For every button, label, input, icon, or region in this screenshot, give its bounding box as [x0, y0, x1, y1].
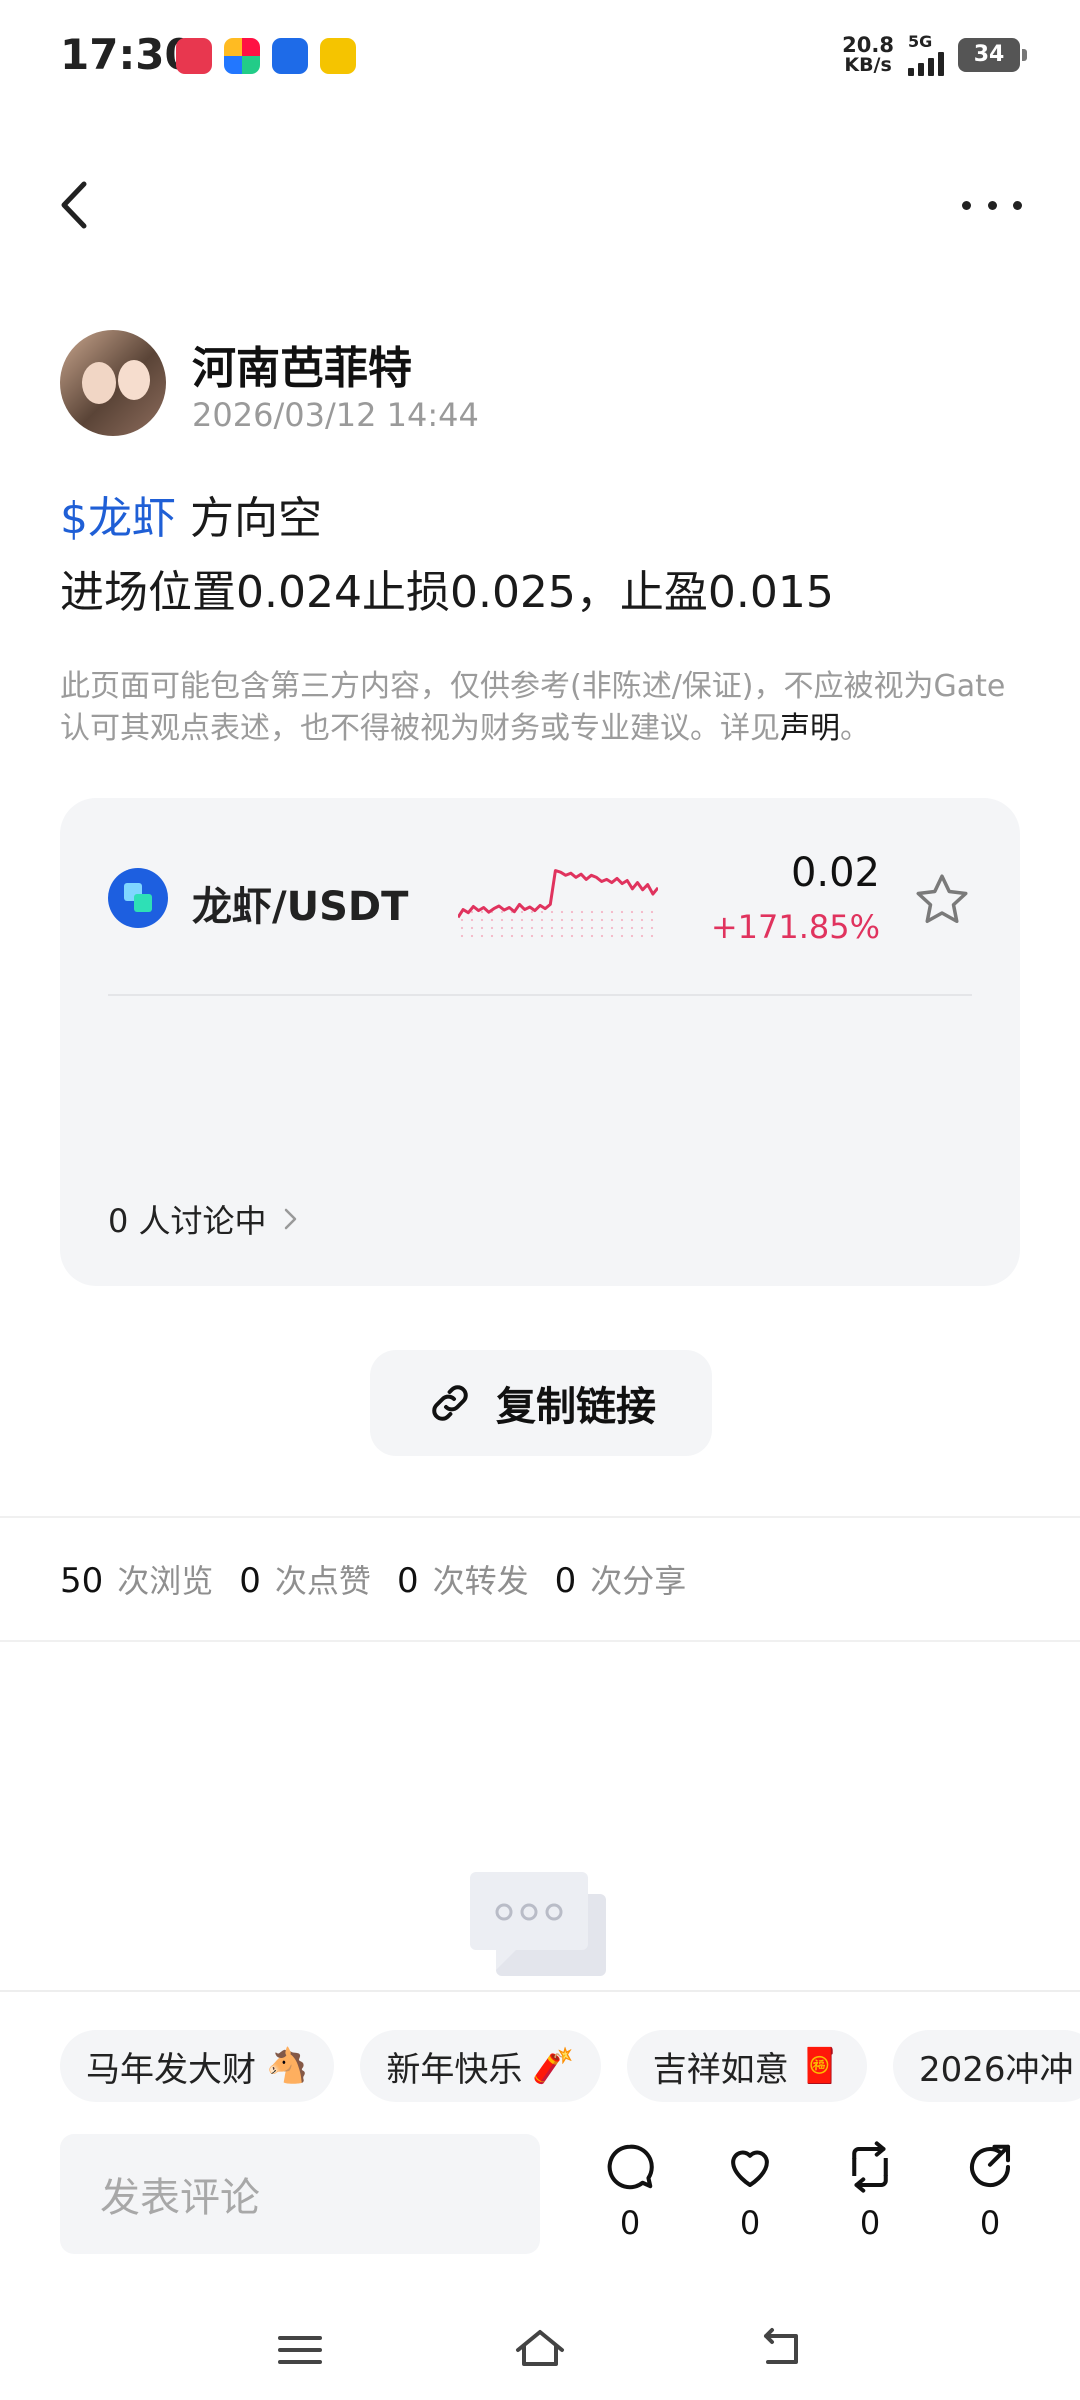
repost-icon	[852, 2141, 888, 2193]
heart-icon	[731, 2150, 769, 2188]
disclaimer-link[interactable]: 声明	[780, 711, 840, 746]
sparkline-chart	[458, 869, 658, 938]
divider	[0, 1516, 1080, 1518]
chip-ji-xiang[interactable]: 吉祥如意 🧧	[626, 2030, 868, 2102]
price-value: 0.02	[790, 850, 880, 896]
chip-2026[interactable]: 2026冲冲	[893, 2030, 1080, 2102]
back-button[interactable]	[52, 170, 112, 240]
app-icon-red	[176, 38, 212, 74]
network-speed: 20.8 KB/s	[842, 33, 894, 76]
star-icon	[916, 874, 968, 923]
more-button[interactable]	[952, 180, 1032, 230]
share-button[interactable]: 0	[950, 2140, 1030, 2242]
post-text-line2: 进场位置0.024止损0.025，止盈0.015	[60, 567, 834, 618]
repost-button[interactable]: 0	[830, 2140, 910, 2242]
status-app-icons	[176, 38, 356, 74]
more-dots-icon	[962, 200, 971, 210]
pair-name: 龙虾/USDT	[192, 884, 409, 930]
link-icon	[432, 1385, 468, 1421]
status-time: 17:30	[60, 30, 194, 79]
stat-shares: 0 次分享	[554, 1561, 687, 1601]
stat-views: 50 次浏览	[60, 1561, 214, 1601]
back-system-icon[interactable]	[752, 2320, 812, 2380]
status-bar: 17:30 20.8 KB/s 5G 34	[0, 0, 1080, 110]
system-navigation-bar	[0, 2300, 1080, 2400]
price-change: +171.85%	[710, 908, 880, 946]
app-icon-blue	[272, 38, 308, 74]
app-icon-yellow	[320, 38, 356, 74]
empty-comments-icon	[470, 1872, 606, 1976]
chip-new-year[interactable]: 新年快乐 🧨	[360, 2030, 601, 2102]
copy-link-button[interactable]: 复制链接	[370, 1350, 712, 1456]
stat-reposts: 0 次转发	[396, 1561, 529, 1601]
post-stats: 50 次浏览 0 次点赞 0 次转发 0 次分享	[60, 1556, 686, 1602]
card-divider	[108, 994, 972, 996]
back-chevron-icon	[61, 181, 87, 229]
discussion-link[interactable]: 0 人讨论中	[108, 1196, 301, 1242]
disclaimer: 此页面可能包含第三方内容，仅供参考(非陈述/保证)，不应被视为Gate认可其观点…	[60, 669, 1006, 746]
chip-ma-nian[interactable]: 马年发大财 🐴	[60, 2030, 335, 2102]
avatar[interactable]	[60, 330, 166, 436]
ticker-link[interactable]: $龙虾	[60, 493, 176, 544]
quick-reply-chips: 马年发大财 🐴 新年快乐 🧨 吉祥如意 🧧 2026冲冲	[60, 2030, 1080, 2102]
app-icon-colorful	[224, 38, 260, 74]
coin-icon	[108, 868, 168, 928]
status-indicators: 20.8 KB/s 5G 34	[842, 33, 1027, 76]
menu-icon[interactable]	[270, 2320, 330, 2380]
post-text-line1: $龙虾 方向空	[60, 493, 322, 544]
like-button[interactable]: 0	[710, 2140, 790, 2242]
battery-icon: 34	[958, 38, 1027, 72]
post-timestamp: 2026/03/12 14:44	[192, 396, 479, 434]
divider	[0, 1640, 1080, 1642]
share-icon	[969, 2144, 1011, 2188]
stat-likes: 0 次点赞	[239, 1561, 371, 1601]
comment-button[interactable]: 0	[590, 2140, 670, 2242]
comment-icon	[607, 2144, 654, 2190]
favorite-star-button[interactable]	[912, 870, 972, 930]
home-icon[interactable]	[510, 2320, 570, 2380]
comment-input[interactable]: 发表评论	[60, 2134, 540, 2254]
author-name[interactable]: 河南芭菲特	[192, 332, 412, 396]
chevron-right-icon	[284, 1208, 296, 1230]
market-card[interactable]: 龙虾/USDT 0.02 +171.85% 0 人讨论中	[60, 798, 1020, 1286]
signal-icon: 5G	[908, 34, 944, 76]
sparkline-line	[458, 869, 658, 919]
